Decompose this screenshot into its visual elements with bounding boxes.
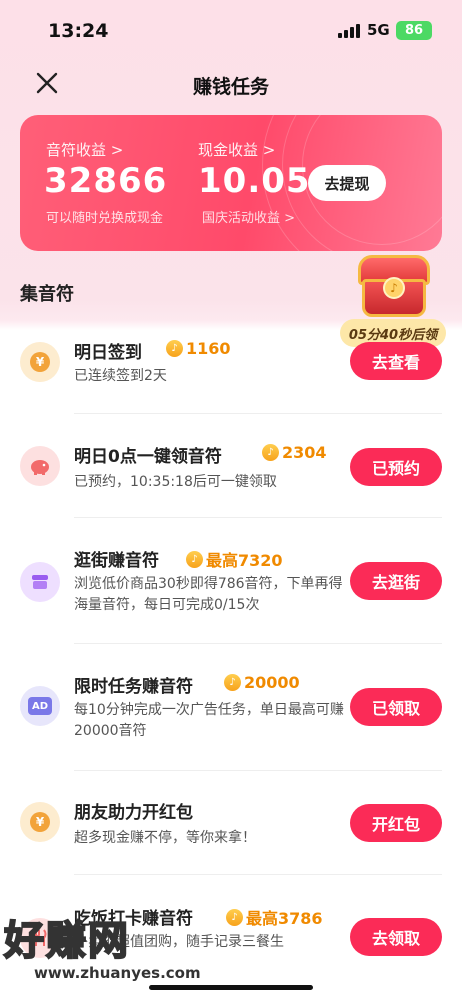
- divider: [74, 517, 442, 518]
- watermark-brand: 好赚网: [3, 917, 130, 965]
- cash-earnings-link[interactable]: 现金收益 >: [198, 139, 275, 160]
- shop-icon: [20, 562, 60, 602]
- divider: [74, 413, 442, 414]
- task-title: 明日0点一键领音符: [74, 447, 222, 467]
- piggy-bank-icon: [20, 446, 60, 486]
- note-coin-icon: ♪: [186, 550, 203, 568]
- task-desc: 已连续签到2天: [74, 368, 167, 384]
- treasure-chest-widget[interactable]: ♪ 05分40秒后领: [340, 255, 450, 355]
- yen-coin-icon: ¥: [20, 802, 60, 842]
- battery-level: 86: [404, 23, 424, 38]
- section-title: 集音符: [20, 284, 74, 305]
- task-title: 逛街赚音符: [74, 551, 159, 571]
- task-reward: ♪ 最高7320: [186, 547, 283, 571]
- task-reward-value: 最高3786: [246, 909, 323, 928]
- note-coin-icon: ♪: [226, 908, 243, 926]
- task-desc: 超多现金赚不停，等你来拿！: [74, 830, 256, 846]
- battery-icon: 86: [396, 21, 432, 40]
- status-bar: 13:24 5G 86: [0, 0, 462, 60]
- note-coin-icon: ♪: [166, 340, 183, 357]
- signal-icon: [338, 24, 360, 38]
- task-desc: 每10分钟完成一次广告任务，单日最高可赚20000音符: [74, 702, 344, 739]
- note-coin-icon: ♪: [262, 444, 279, 461]
- task-reward-value: 2304: [282, 443, 327, 462]
- task-reward: ♪ 2304: [262, 443, 327, 462]
- nav-bar: 赚钱任务: [0, 62, 462, 106]
- ad-icon: AD: [20, 686, 60, 726]
- task-reward-value: 1160: [186, 339, 231, 358]
- notes-earnings-link[interactable]: 音符收益 >: [46, 139, 123, 160]
- task-title: 明日签到: [74, 343, 142, 363]
- task-title: 限时任务赚音符: [74, 677, 193, 697]
- note-coin-icon: ♪: [224, 674, 241, 691]
- cash-earnings-sub[interactable]: 国庆活动收益 >: [202, 207, 295, 226]
- cash-earnings-value: 10.05: [198, 161, 311, 201]
- task-button[interactable]: 去逛街: [350, 562, 442, 600]
- page-title: 赚钱任务: [192, 76, 269, 98]
- watermark: 好赚网 www.zhuanyes.com: [0, 908, 201, 988]
- task-reward: ♪ 1160: [166, 339, 231, 358]
- task-button[interactable]: 开红包: [350, 804, 442, 842]
- divider: [74, 874, 442, 875]
- task-reward-value: 20000: [244, 673, 300, 692]
- yen-coin-icon: ¥: [20, 342, 60, 382]
- home-indicator[interactable]: [149, 985, 313, 990]
- task-button[interactable]: 已领取: [350, 688, 442, 726]
- withdraw-button[interactable]: 去提现: [308, 165, 386, 201]
- task-reward-value: 最高7320: [206, 551, 283, 570]
- task-button[interactable]: 已预约: [350, 448, 442, 486]
- task-reward: ♪ 20000: [224, 673, 300, 692]
- notes-earnings-value: 32866: [44, 161, 168, 201]
- ad-icon-label: AD: [28, 697, 52, 715]
- earnings-card: 音符收益 > 32866 可以随时兑换成现金 现金收益 > 10.05 国庆活动…: [20, 115, 442, 251]
- task-button[interactable]: 去领取: [350, 918, 442, 956]
- task-desc: 已预约，10:35:18后可一键领取: [74, 474, 277, 490]
- treasure-chest-icon: ♪: [358, 255, 430, 317]
- watermark-url: www.zhuanyes.com: [34, 964, 201, 982]
- task-title: 朋友助力开红包: [74, 803, 193, 823]
- task-button[interactable]: 去查看: [350, 342, 442, 380]
- network-type: 5G: [367, 21, 390, 39]
- divider: [74, 770, 442, 771]
- task-reward: ♪ 最高3786: [226, 905, 323, 929]
- divider: [74, 643, 442, 644]
- task-desc: 浏览低价商品30秒即得786音符，下单再得海量音符，每日可完成0/15次: [74, 576, 343, 613]
- notes-earnings-sub: 可以随时兑换成现金: [46, 211, 164, 226]
- status-time: 13:24: [48, 20, 109, 42]
